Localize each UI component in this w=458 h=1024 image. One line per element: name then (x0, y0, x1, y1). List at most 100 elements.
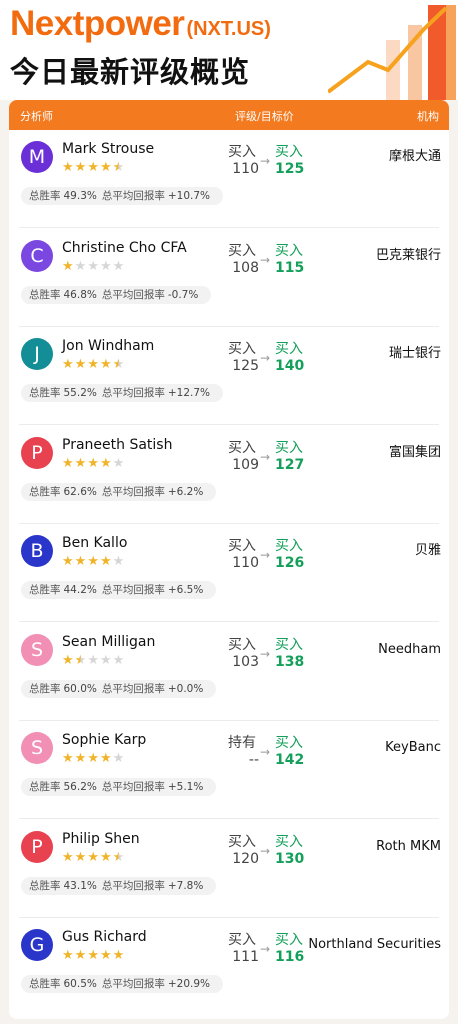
star-icon: ★ (87, 357, 99, 372)
win-rate-value: 44.2% (63, 584, 97, 596)
previous-rating: 买入 (228, 636, 256, 653)
win-rate-label: 总胜率 (29, 781, 61, 793)
star-icon: ★ (74, 455, 87, 471)
avg-return-label: 总平均回报率 (101, 387, 165, 399)
star-icon: ★ (112, 554, 125, 569)
stats-badge: 总胜率 49.3% 总平均回报率 +10.7% (21, 187, 224, 205)
star-rating: ★ ★ ★ ★ ★ (62, 258, 125, 274)
star-icon: ★ (87, 652, 99, 668)
current-rating: 买入 (275, 242, 303, 259)
arrow-right-icon: → (260, 843, 271, 858)
star-icon: ★ (87, 751, 99, 766)
avg-return-label: 总平均回报率 (101, 682, 165, 695)
stats-badge: 总胜率 60.0% 总平均回报率 +0.0% (21, 679, 217, 698)
analyst-row[interactable]: P Praneeth Satish ★ ★ ★ ★ ★ 买入 买入 → 109 127 富国集团 总胜率 6… (9, 426, 449, 524)
previous-target-price: 109 (232, 456, 259, 473)
analyst-row[interactable]: B Ben Kallo ★ ★ ★ ★ ★ 买入 买入 → 110 126 贝雅 总胜率 44.2% 总平均回… (9, 524, 449, 622)
previous-rating: 买入 (228, 932, 256, 948)
new-target-price: 116 (275, 949, 305, 965)
ticker: (NXT.US) (186, 18, 271, 40)
star-rating: ★ ★ ★ ★ ★ (62, 455, 125, 471)
analyst-row[interactable]: M Mark Strouse ★ ★ ★ ★ ★ 买入 买入 → 110 125 摩根大通 总胜率 49.3… (9, 130, 449, 228)
analyst-row[interactable]: S Sophie Karp ★ ★ ★ ★ ★ 持有 买入 → -- 142 KeyBanc 总胜率 56.… (9, 721, 449, 819)
avg-return-value: +5.1% (167, 781, 204, 793)
col-institution: 机构 (417, 110, 439, 123)
avg-return-value: +0.0% (167, 682, 204, 695)
analyst-name[interactable]: Jon Windham (62, 338, 154, 354)
previous-target-price: 110 (232, 161, 259, 177)
new-target-price: 115 (275, 259, 305, 276)
star-icon: ★ (112, 160, 125, 175)
star-icon: ★ (99, 751, 112, 766)
institution-name: 巴克莱银行 (375, 247, 441, 263)
star-icon: ★ (74, 258, 87, 274)
star-icon: ★ (112, 948, 125, 963)
previous-rating: 买入 (228, 242, 256, 259)
company-name: Nextpower (10, 4, 185, 43)
avg-return-label: 总平均回报率 (101, 190, 165, 202)
analyst-name[interactable]: Mark Strouse (62, 141, 154, 157)
analyst-row[interactable]: G Gus Richard ★ ★ ★ ★ ★ 买入 买入 → 111 116 Northland Se… (9, 918, 449, 1016)
previous-rating: 买入 (228, 144, 256, 160)
analyst-name[interactable]: Philip Shen (62, 831, 140, 847)
stats-badge: 总胜率 55.2% 总平均回报率 +12.7% (21, 384, 224, 402)
avg-return-label: 总平均回报率 (101, 879, 165, 892)
avg-return-label: 总平均回报率 (101, 584, 165, 596)
star-icon: ★ (99, 258, 112, 274)
new-target-price: 140 (275, 358, 305, 374)
table-header: 分析师 评级/目标价 机构 (9, 100, 449, 130)
star-icon: ★ (62, 948, 74, 963)
stats-badge: 总胜率 44.2% 总平均回报率 +6.5% (21, 581, 217, 599)
win-rate-label: 总胜率 (29, 485, 61, 498)
star-icon: ★ (62, 258, 74, 274)
current-rating: 买入 (275, 341, 303, 357)
avatar: P (21, 436, 53, 469)
analyst-name[interactable]: Ben Kallo (62, 535, 127, 551)
analyst-row[interactable]: J Jon Windham ★ ★ ★ ★ ★ 买入 买入 → 125 140 瑞士银行 总胜率 55.2%… (9, 327, 449, 425)
new-target-price: 130 (275, 850, 305, 867)
page-subtitle: 今日最新评级概览 (10, 55, 251, 89)
header: Nextpower (NXT.US) 今日最新评级概览 (0, 0, 458, 100)
star-icon: ★ (62, 357, 74, 372)
col-analyst: 分析师 (20, 110, 53, 123)
star-rating: ★ ★ ★ ★ ★ (62, 358, 125, 372)
analyst-name[interactable]: Christine Cho CFA (62, 240, 187, 256)
win-rate-label: 总胜率 (29, 190, 61, 202)
current-rating: 买入 (275, 439, 303, 456)
avg-return-value: +7.8% (167, 879, 204, 892)
win-rate-label: 总胜率 (29, 682, 61, 695)
star-rating: ★ ★ ★ ★ ★ (62, 652, 125, 668)
new-target-price: 125 (275, 161, 305, 177)
avatar: G (21, 929, 53, 961)
institution-name: KeyBanc (385, 740, 441, 755)
star-rating: ★ ★ ★ ★ ★ (62, 161, 125, 175)
win-rate-value: 62.6% (63, 485, 97, 498)
analyst-name[interactable]: Sean Milligan (62, 634, 155, 650)
win-rate-value: 55.2% (63, 387, 97, 399)
avg-return-label: 总平均回报率 (101, 978, 165, 990)
avatar: J (21, 338, 53, 370)
star-icon: ★ (112, 751, 125, 766)
analyst-row[interactable]: S Sean Milligan ★ ★ ★ ★ ★ 买入 买入 → 103 138 Needham 总胜率… (9, 623, 449, 721)
star-icon: ★ (112, 258, 125, 274)
stats-badge: 总胜率 56.2% 总平均回报率 +5.1% (21, 778, 217, 796)
star-icon: ★ (74, 554, 87, 569)
star-icon: ★ (99, 948, 112, 963)
institution-name: Roth MKM (376, 838, 441, 854)
current-rating: 买入 (275, 833, 303, 850)
star-icon: ★ (74, 357, 87, 372)
analyst-name[interactable]: Praneeth Satish (62, 437, 172, 453)
institution-name: 摩根大通 (388, 149, 441, 164)
star-icon: ★ (74, 751, 87, 766)
analyst-name[interactable]: Sophie Karp (62, 732, 146, 748)
previous-target-price: 120 (232, 850, 259, 867)
analyst-row[interactable]: C Christine Cho CFA ★ ★ ★ ★ ★ 买入 买入 → 108 115 巴克莱银行总… (9, 229, 449, 327)
star-icon: ★ (99, 652, 112, 668)
analyst-name[interactable]: Gus Richard (62, 929, 147, 945)
arrow-right-icon: → (260, 351, 271, 365)
star-icon: ★ (87, 160, 99, 175)
institution-name: 富国集团 (388, 444, 441, 460)
arrow-right-icon: → (260, 942, 271, 956)
star-icon: ★ (99, 554, 112, 569)
analyst-row[interactable]: P Philip Shen ★ ★ ★ ★ ★ 买入 买入 → 120 130 Roth MKM 总胜率 4… (9, 820, 449, 918)
